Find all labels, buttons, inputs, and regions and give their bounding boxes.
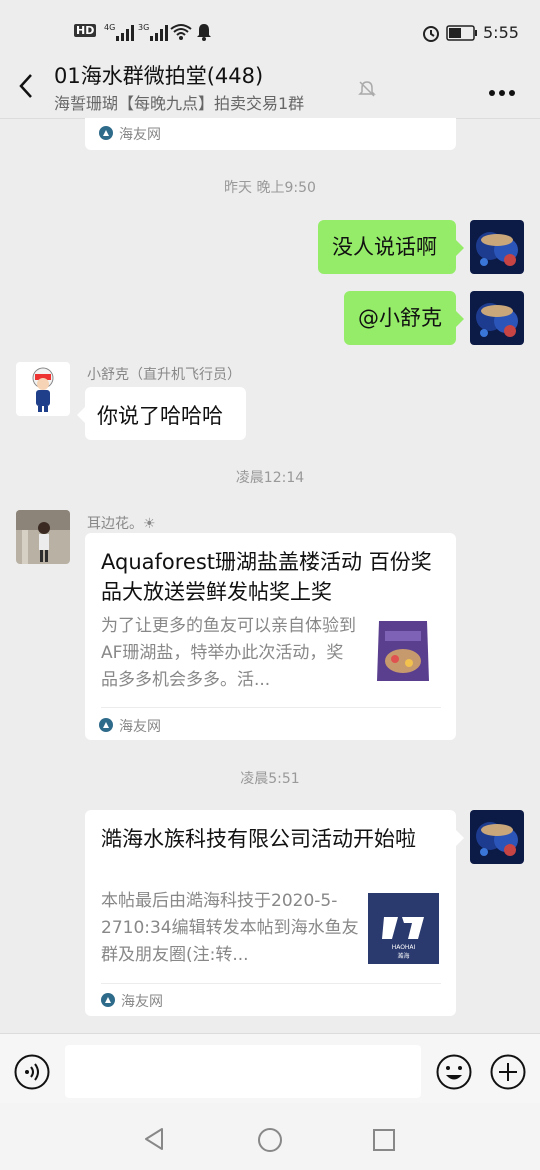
message-text: 你说了哈哈哈 xyxy=(97,404,223,428)
timestamp: 凌晨5:51 xyxy=(240,771,300,787)
link-card-partial[interactable]: 海友网 xyxy=(85,118,456,150)
thumb-brand-cn: 澔海 xyxy=(397,952,409,960)
sim2-signal-icon: 3G xyxy=(138,22,168,46)
nav-home-icon[interactable] xyxy=(257,1127,283,1157)
source-logo-icon xyxy=(99,717,113,736)
status-time: 5:55 xyxy=(483,23,519,42)
add-icon[interactable] xyxy=(490,1054,526,1094)
svg-text:3G: 3G xyxy=(138,23,149,32)
sim1-signal-icon: 4G xyxy=(104,22,134,46)
card-source: 海友网 xyxy=(121,994,163,1010)
avatar-flower[interactable] xyxy=(16,510,70,564)
card-divider xyxy=(101,707,441,708)
notification-bell-icon xyxy=(196,23,212,45)
sender-nickname: 小舒克（直升机飞行员） xyxy=(87,367,241,383)
timestamp: 昨天 晚上9:50 xyxy=(224,180,316,196)
sender-nickname: 耳边花。☀ xyxy=(87,516,156,532)
source-logo-icon xyxy=(99,125,113,144)
voice-input-icon[interactable] xyxy=(14,1054,50,1094)
card-source: 海友网 xyxy=(119,719,161,735)
system-nav-bar xyxy=(0,1103,540,1170)
source-logo-icon xyxy=(101,992,115,1011)
card-title: Aquaforest珊湖盐盖楼活动 百份奖品大放送尝鲜发帖奖上奖 xyxy=(101,550,432,604)
emoji-icon[interactable] xyxy=(436,1054,472,1094)
sim1-network: 4G xyxy=(104,23,115,32)
card-description: 为了让更多的鱼友可以亲自体验到AF珊湖盐，特举办此次活动，奖品多多机会多多。活.… xyxy=(101,616,356,690)
avatar-self[interactable] xyxy=(470,810,524,864)
avatar-self[interactable] xyxy=(470,291,524,345)
link-card[interactable]: Aquaforest珊湖盐盖楼活动 百份奖品大放送尝鲜发帖奖上奖 为了让更多的鱼… xyxy=(85,533,456,740)
more-options-icon[interactable] xyxy=(488,82,516,101)
message-input[interactable] xyxy=(65,1045,421,1098)
battery-icon xyxy=(446,25,478,45)
thumb-brand: HAOHAI xyxy=(392,944,416,951)
avatar-shuke[interactable] xyxy=(16,362,70,416)
card-title: 澔海水族科技有限公司活动开始啦 xyxy=(101,827,416,851)
message-bubble-self[interactable]: 没人说话啊 xyxy=(318,220,464,274)
bubble-tail xyxy=(456,830,464,846)
message-bubble-other[interactable]: 你说了哈哈哈 xyxy=(77,387,246,440)
link-card-self[interactable]: 澔海水族科技有限公司活动开始啦 本帖最后由澔海科技于2020-5-2710:34… xyxy=(85,810,456,1016)
card-thumbnail: HAOHAI 澔海 xyxy=(368,893,439,964)
chat-header: 01海水群微拍堂(448) 海誓珊瑚【每晚九点】拍卖交易1群 xyxy=(0,52,540,119)
nav-recents-icon[interactable] xyxy=(373,1129,395,1155)
alarm-icon xyxy=(422,24,440,46)
card-divider xyxy=(101,983,441,984)
input-bar xyxy=(0,1033,540,1104)
hd-indicator: HD xyxy=(74,24,97,37)
message-bubble-self[interactable]: @小舒克 xyxy=(344,291,464,345)
back-arrow-icon[interactable] xyxy=(14,72,38,104)
avatar-self[interactable] xyxy=(470,220,524,274)
chat-subtitle: 海誓珊瑚【每晚九点】拍卖交易1群 xyxy=(54,94,305,113)
card-source: 海友网 xyxy=(119,127,161,143)
wifi-icon xyxy=(170,23,192,45)
card-description: 本帖最后由澔海科技于2020-5-2710:34编辑转发本帖到海水鱼友群及朋友圈… xyxy=(101,891,359,965)
nav-back-icon[interactable] xyxy=(142,1127,166,1155)
chat-title[interactable]: 01海水群微拍堂(448) xyxy=(54,60,263,90)
mute-icon xyxy=(358,80,376,102)
card-thumbnail xyxy=(367,615,439,687)
timestamp: 凌晨12:14 xyxy=(235,470,305,486)
